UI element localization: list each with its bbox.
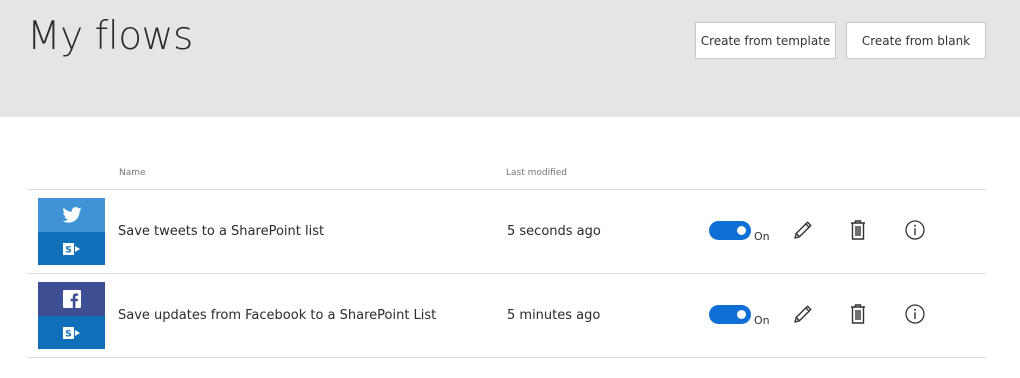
pencil-icon	[794, 221, 812, 239]
pencil-icon	[794, 305, 812, 323]
sharepoint-icon: S	[62, 326, 80, 339]
column-header-last-modified[interactable]: Last modified	[506, 168, 567, 178]
info-icon	[905, 304, 925, 324]
info-button[interactable]	[903, 218, 927, 242]
toggle-knob	[737, 310, 746, 319]
delete-button[interactable]	[846, 218, 870, 242]
page-header: My flows Create from template Create fro…	[0, 0, 1020, 117]
flow-row[interactable]: S Save tweets to a SharePoint list 5 sec…	[0, 190, 1020, 273]
trash-icon	[851, 304, 865, 324]
twitter-icon	[61, 207, 82, 223]
flow-enabled-toggle[interactable]	[709, 305, 751, 324]
flow-row[interactable]: S Save updates from Facebook to a ShareP…	[0, 274, 1020, 357]
flow-enabled-toggle[interactable]	[709, 221, 751, 240]
twitter-tile	[38, 198, 105, 232]
svg-text:S: S	[65, 245, 71, 255]
delete-button[interactable]	[846, 302, 870, 326]
flow-connector-tile: S	[38, 198, 105, 265]
toggle-label: On	[754, 230, 770, 243]
toggle-label: On	[754, 314, 770, 327]
sharepoint-tile: S	[38, 232, 105, 265]
edit-button[interactable]	[791, 218, 815, 242]
flow-last-modified: 5 seconds ago	[507, 224, 601, 239]
table-divider	[27, 357, 986, 358]
info-icon	[905, 220, 925, 240]
flow-name[interactable]: Save tweets to a SharePoint list	[118, 224, 324, 239]
svg-text:S: S	[65, 329, 71, 339]
info-button[interactable]	[903, 302, 927, 326]
sharepoint-tile: S	[38, 316, 105, 349]
flow-name[interactable]: Save updates from Facebook to a SharePoi…	[118, 308, 436, 323]
sharepoint-icon: S	[62, 242, 80, 255]
edit-button[interactable]	[791, 302, 815, 326]
column-header-name[interactable]: Name	[119, 168, 146, 178]
facebook-tile	[38, 282, 105, 316]
flow-last-modified: 5 minutes ago	[507, 308, 601, 323]
page-title: My flows	[27, 14, 193, 59]
flow-connector-tile: S	[38, 282, 105, 349]
toggle-knob	[737, 226, 746, 235]
create-from-blank-button[interactable]: Create from blank	[846, 22, 986, 59]
facebook-icon	[62, 290, 81, 308]
create-from-template-button[interactable]: Create from template	[695, 22, 836, 59]
trash-icon	[851, 220, 865, 240]
